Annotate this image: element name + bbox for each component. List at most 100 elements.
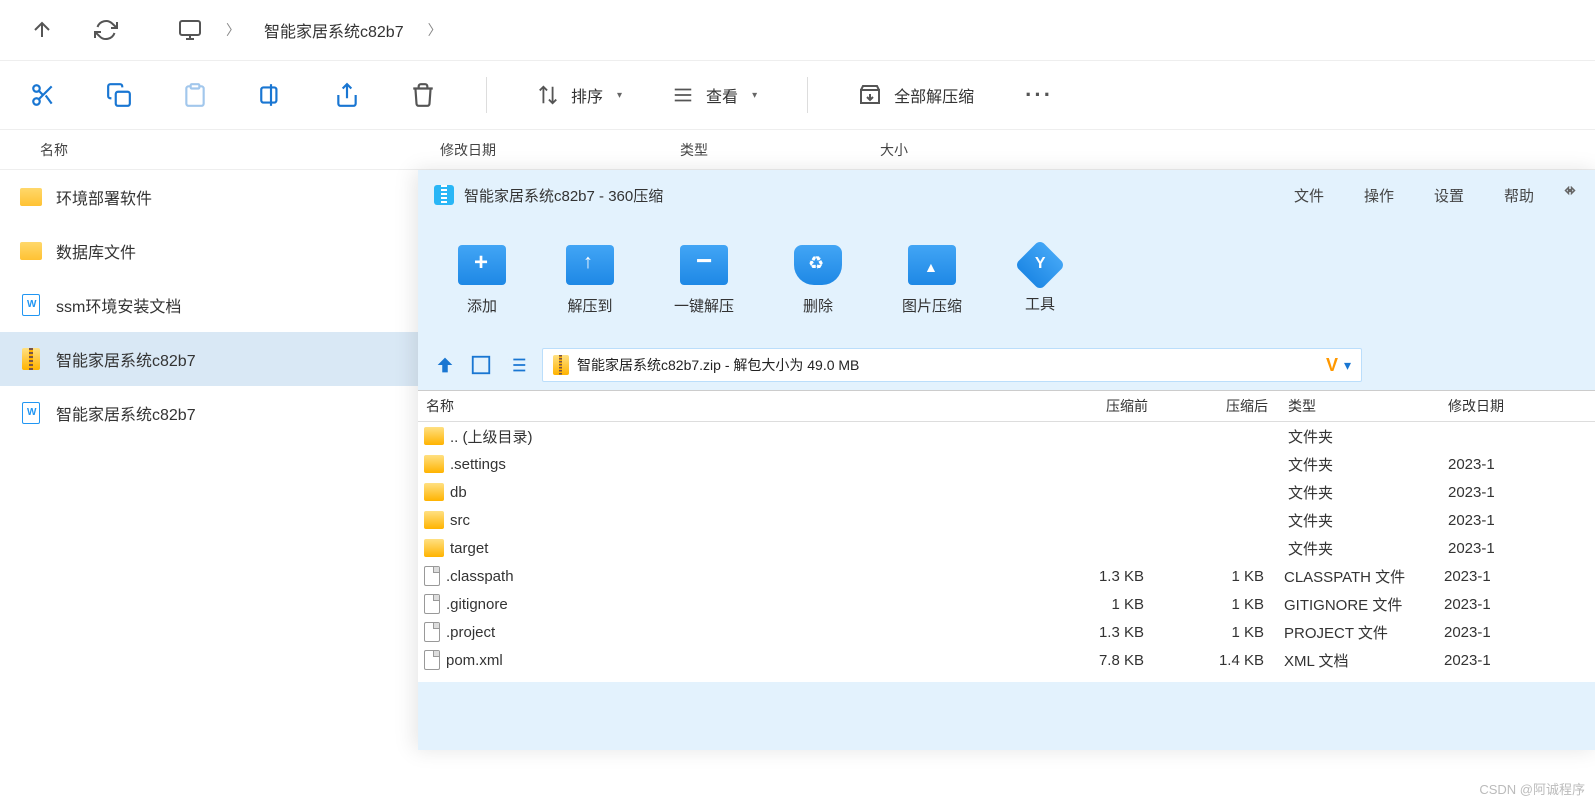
extract-all-button[interactable]: 全部解压缩 xyxy=(858,83,974,107)
zip-menu-help[interactable]: 帮助 xyxy=(1504,185,1534,206)
file-name: ssm环境安装文档 xyxy=(56,293,181,317)
dropdown-icon[interactable]: ▾ xyxy=(1344,357,1351,374)
zip-cell-type: 文件夹 xyxy=(1278,510,1438,531)
breadcrumb-item[interactable]: 智能家居系统c82b7 xyxy=(264,18,404,42)
nav-bar: 〉 智能家居系统c82b7 〉 xyxy=(0,0,1595,60)
zip-col-before[interactable]: 压缩前 xyxy=(1038,396,1158,416)
zip-path-bar: 智能家居系统c82b7.zip - 解包大小为 49.0 MB V ▾ xyxy=(418,340,1595,390)
zip-cell-date: 2023-1 xyxy=(1434,624,1595,641)
zip-menu-file[interactable]: 文件 xyxy=(1294,185,1324,206)
zip-up-button[interactable] xyxy=(434,354,456,376)
refresh-button[interactable] xyxy=(94,18,118,42)
zip-cell-name: .gitignore xyxy=(446,596,1034,613)
zip-quick-button[interactable]: 一键解压 xyxy=(674,245,734,316)
zip-path-field[interactable]: 智能家居系统c82b7.zip - 解包大小为 49.0 MB V ▾ xyxy=(542,348,1362,382)
file-name: 数据库文件 xyxy=(56,239,136,263)
zip-tool-button[interactable]: 工具 xyxy=(1022,247,1058,314)
zip-row[interactable]: pom.xml7.8 KB1.4 KBXML 文档2023-1 xyxy=(418,646,1595,674)
col-date[interactable]: 修改日期 xyxy=(440,140,680,160)
zip-titlebar[interactable]: 智能家居系统c82b7 - 360压缩 文件 操作 设置 帮助 xyxy=(418,170,1595,220)
chevron-right-icon: 〉 xyxy=(428,20,442,40)
zip-window: 智能家居系统c82b7 - 360压缩 文件 操作 设置 帮助 添加 解压到 一… xyxy=(418,170,1595,750)
col-name[interactable]: 名称 xyxy=(20,140,440,160)
zip-cell-type: CLASSPATH 文件 xyxy=(1274,566,1434,587)
file-icon xyxy=(424,594,440,614)
zip-cell-name: .classpath xyxy=(446,568,1034,585)
zip-row[interactable]: target 文件夹2023-1 xyxy=(418,534,1595,562)
zip-cell-date: 2023-1 xyxy=(1438,540,1595,557)
rename-button[interactable] xyxy=(258,82,284,108)
zip-view2-button[interactable] xyxy=(506,354,528,376)
folder-icon xyxy=(424,539,444,557)
folder-icon xyxy=(424,427,444,445)
zip-path-badge: V ▾ xyxy=(1326,355,1351,376)
explorer-body: 环境部署软件数据库文件ssm环境安装文档智能家居系统c82b7智能家居系统c82… xyxy=(0,170,1595,804)
zip-cell-after: 1 KB xyxy=(1154,568,1274,585)
zip-row[interactable]: .. (上级目录)文件夹 xyxy=(418,422,1595,450)
zip-cell-name: src xyxy=(450,512,1038,529)
copy-button[interactable] xyxy=(106,82,132,108)
zip-app-icon xyxy=(434,185,454,205)
zip-row[interactable]: db文件夹2023-1 xyxy=(418,478,1595,506)
zip-row[interactable]: .project1.3 KB1 KBPROJECT 文件2023-1 xyxy=(418,618,1595,646)
delete-icon xyxy=(794,245,842,285)
zip-cell-type: XML 文档 xyxy=(1274,650,1434,671)
delete-button[interactable] xyxy=(410,82,436,108)
view-dropdown[interactable]: 查看 ▾ xyxy=(672,83,757,107)
zip-row[interactable]: src 文件夹2023-1 xyxy=(418,506,1595,534)
zip-menu-action[interactable]: 操作 xyxy=(1364,185,1394,206)
zip-cell-date: 2023-1 xyxy=(1438,456,1595,473)
zip-view1-button[interactable] xyxy=(470,354,492,376)
zip-cell-date: 2023-1 xyxy=(1434,596,1595,613)
zip-cell-date: 2023-1 xyxy=(1438,512,1595,529)
zip-col-after[interactable]: 压缩后 xyxy=(1158,396,1278,416)
zip-add-button[interactable]: 添加 xyxy=(458,245,506,316)
vip-icon[interactable]: V xyxy=(1326,355,1338,376)
pc-icon[interactable] xyxy=(178,18,202,42)
file-name: 环境部署软件 xyxy=(56,185,152,209)
share-button[interactable] xyxy=(334,82,360,108)
zip-row[interactable]: .classpath1.3 KB1 KBCLASSPATH 文件2023-1 xyxy=(418,562,1595,590)
zip-cell-after: 1 KB xyxy=(1154,624,1274,641)
zip-path-text: 智能家居系统c82b7.zip - 解包大小为 49.0 MB xyxy=(577,355,859,375)
zip-row[interactable]: .gitignore1 KB1 KBGITIGNORE 文件2023-1 xyxy=(418,590,1595,618)
image-icon xyxy=(908,245,956,285)
zip-image-button[interactable]: 图片压缩 xyxy=(902,245,962,316)
zip-delete-button[interactable]: 删除 xyxy=(794,245,842,316)
folder-icon xyxy=(20,186,42,208)
zip-col-date[interactable]: 修改日期 xyxy=(1438,396,1595,416)
zip-toolbar: 添加 解压到 一键解压 删除 图片压缩 工具 xyxy=(418,220,1595,340)
more-button[interactable]: ··· xyxy=(1024,82,1054,108)
col-size[interactable]: 大小 xyxy=(880,140,1000,160)
zip-skin-icon[interactable] xyxy=(1564,186,1582,204)
zip-col-type[interactable]: 类型 xyxy=(1278,396,1438,416)
zip-extract-button[interactable]: 解压到 xyxy=(566,245,614,316)
folder-icon xyxy=(424,483,444,501)
zip-cell-type: 文件夹 xyxy=(1278,482,1438,503)
zip-col-name[interactable]: 名称 xyxy=(418,396,1038,416)
tool-icon xyxy=(1015,239,1066,290)
up-button[interactable] xyxy=(30,18,54,42)
zip-menu-settings[interactable]: 设置 xyxy=(1434,185,1464,206)
zip-menu: 文件 操作 设置 帮助 xyxy=(1294,185,1534,206)
zip-icon xyxy=(20,348,42,370)
zip-cell-name: .settings xyxy=(450,456,1038,473)
zip-cell-type: 文件夹 xyxy=(1278,538,1438,559)
folder-icon xyxy=(424,511,444,529)
zip-cell-type: PROJECT 文件 xyxy=(1274,622,1434,643)
col-type[interactable]: 类型 xyxy=(680,140,880,160)
zip-cell-after: 1 KB xyxy=(1154,596,1274,613)
cut-button[interactable] xyxy=(30,82,56,108)
zip-row[interactable]: .settings 文件夹2023-1 xyxy=(418,450,1595,478)
zip-cell-date: 2023-1 xyxy=(1434,652,1595,669)
chevron-right-icon: 〉 xyxy=(226,20,240,40)
zip-cell-type: 文件夹 xyxy=(1278,454,1438,475)
zip-cell-name: .project xyxy=(446,624,1034,641)
zip-cell-name: target xyxy=(450,540,1038,557)
zip-cell-before: 1 KB xyxy=(1034,596,1154,613)
zip-cell-before: 7.8 KB xyxy=(1034,652,1154,669)
sort-dropdown[interactable]: 排序 ▾ xyxy=(537,83,622,107)
zip-cell-date: 2023-1 xyxy=(1434,568,1595,585)
doc-icon xyxy=(20,294,42,316)
paste-button[interactable] xyxy=(182,82,208,108)
